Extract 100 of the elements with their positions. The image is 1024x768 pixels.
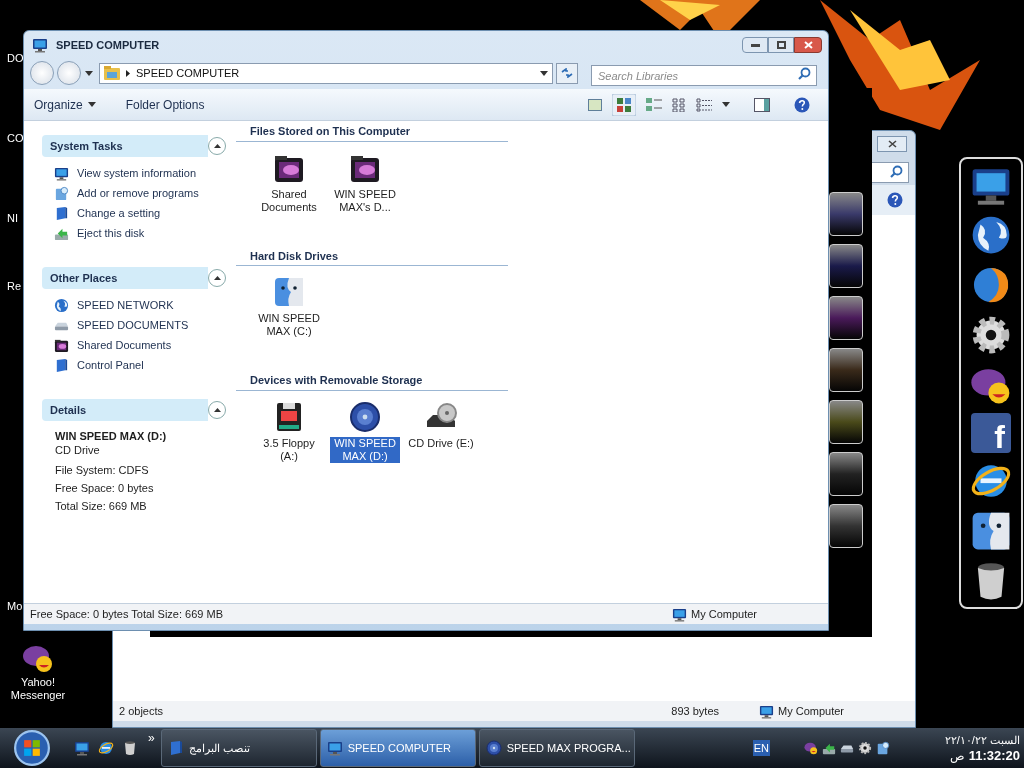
help-icon[interactable] <box>794 96 810 113</box>
launcher-tile[interactable] <box>829 452 863 496</box>
desktop-icon-label: Mo <box>7 599 23 614</box>
section-header[interactable]: Details <box>42 399 208 421</box>
drive-item[interactable]: 3.5 Floppy (A:) <box>254 400 324 491</box>
computer-icon <box>32 37 48 53</box>
caret-icon <box>87 102 96 107</box>
launcher-tile[interactable] <box>829 400 863 444</box>
search-icon <box>798 66 811 80</box>
launcher-tile[interactable] <box>829 504 863 548</box>
detail-name: WIN SPEED MAX (D:) <box>55 429 168 443</box>
task-link[interactable]: Add or remove programs <box>54 185 226 201</box>
drive-item[interactable]: Shared Documents <box>254 151 324 242</box>
details-view-icon[interactable] <box>696 97 712 112</box>
item-label: WIN SPEED MAX (D:) <box>330 436 400 463</box>
item-label: WIN SPEED MAX (C:) <box>257 312 321 338</box>
collapse-button[interactable] <box>208 269 226 287</box>
task-link[interactable]: Shared Documents <box>54 337 226 353</box>
task-link[interactable]: View system information <box>54 165 226 181</box>
status-location: My Computer <box>778 703 845 719</box>
tiles-view-icon[interactable] <box>612 93 636 116</box>
detail-property: Total Size: 669 MB <box>55 499 148 514</box>
launcher-tile[interactable] <box>829 296 863 340</box>
search-field[interactable]: Search Libraries <box>591 65 817 86</box>
view-menu-icon <box>722 102 730 107</box>
group-header: Devices with Removable Storage <box>236 372 508 391</box>
desktop-shortcut[interactable]: Yahoo! Messenger <box>6 642 70 702</box>
detail-type: CD Drive <box>55 443 101 457</box>
address-bar[interactable]: SPEED COMPUTER <box>99 62 553 84</box>
toolbar-button[interactable]: Organize <box>34 95 96 114</box>
preview-pane-icon[interactable] <box>754 97 770 112</box>
clock-time: 11:32:20 <box>968 748 1020 764</box>
status-location: My Computer <box>691 606 758 622</box>
section-header[interactable]: Other Places <box>42 267 208 289</box>
task-link[interactable]: Control Panel <box>54 357 226 373</box>
computer-icon <box>759 703 774 719</box>
status-text: 2 objects <box>119 703 164 719</box>
taskbar-button[interactable]: SPEED COMPUTER <box>319 729 476 767</box>
clock-period: ص <box>949 748 965 764</box>
chevron-icon <box>126 69 130 77</box>
desktop-icon-label: Re <box>7 279 22 294</box>
thumbnail-view-icon[interactable] <box>588 98 602 111</box>
task-link[interactable]: SPEED DOCUMENTS <box>54 317 226 333</box>
close-icon <box>887 140 897 148</box>
close-button[interactable] <box>877 136 907 152</box>
drive-item[interactable]: WIN SPEED MAX's D... <box>330 151 400 242</box>
launcher-tile[interactable] <box>829 348 863 392</box>
desktop-icon-label: CO <box>7 131 24 146</box>
gear-icon <box>970 314 1012 356</box>
task-link[interactable]: SPEED NETWORK <box>54 297 226 313</box>
close-icon <box>803 41 813 49</box>
messenger-icon <box>803 741 818 755</box>
desktop-icon-label: NI <box>7 211 18 226</box>
more-button[interactable]: » <box>148 729 155 747</box>
language-indicator[interactable]: EN <box>752 739 770 757</box>
toolbar-button[interactable]: Folder Options <box>125 95 205 114</box>
group-header: Hard Disk Drives <box>236 247 508 266</box>
taskbar-button[interactable]: SPEED MAX PROGRA... <box>478 729 635 767</box>
monitor-icon <box>326 740 343 756</box>
refresh-button[interactable] <box>556 62 578 84</box>
section-header[interactable]: System Tasks <box>42 135 208 157</box>
disc-icon <box>349 400 381 433</box>
address-path[interactable]: SPEED COMPUTER <box>136 64 240 82</box>
dock-app-tile[interactable]: f <box>971 413 1011 453</box>
collapse-button[interactable] <box>208 137 226 155</box>
drive-item[interactable]: WIN SPEED MAX (C:) <box>254 276 324 366</box>
history-dropdown[interactable] <box>84 68 94 78</box>
browser-e-icon <box>98 740 114 756</box>
refresh-icon <box>561 68 573 78</box>
icons-view-icon[interactable] <box>672 97 686 112</box>
folder-icon <box>104 66 120 80</box>
gear-icon <box>857 741 872 755</box>
start-orb-icon <box>14 730 50 766</box>
item-label: CD Drive (E:) <box>407 436 475 450</box>
drive-item[interactable]: CD Drive (E:) <box>406 400 476 491</box>
help-icon[interactable] <box>887 192 903 208</box>
task-link[interactable]: Eject this disk <box>54 225 226 241</box>
task-link[interactable]: Change a setting <box>54 205 226 221</box>
item-label: 3.5 Floppy (A:) <box>262 436 316 463</box>
quick-launch-item[interactable] <box>98 740 114 756</box>
maximize-button[interactable] <box>768 37 794 53</box>
program-box-icon <box>54 185 69 201</box>
launcher-tile[interactable] <box>829 192 863 236</box>
launcher-tile[interactable] <box>829 244 863 288</box>
collapse-button[interactable] <box>208 401 226 419</box>
trash-icon <box>122 740 138 756</box>
item-label: WIN SPEED MAX's D... <box>333 187 397 214</box>
minimize-button[interactable] <box>742 37 768 53</box>
face-square-icon <box>970 510 1012 552</box>
globe-icon <box>54 297 69 313</box>
face-square-icon <box>273 276 305 308</box>
eject-icon <box>821 741 836 755</box>
quick-launch-item[interactable] <box>122 740 138 756</box>
clock-date: السبت ٢٢/١٠/٢٢ <box>944 733 1020 748</box>
taskbar-button[interactable]: تنصب البرامج <box>160 729 317 767</box>
close-button[interactable] <box>794 37 822 53</box>
group-header: Files Stored on This Computer <box>236 123 508 142</box>
drive-item[interactable]: WIN SPEED MAX (D:) <box>330 400 400 491</box>
chevron-up-icon <box>213 276 221 280</box>
monitor-icon <box>54 165 69 181</box>
